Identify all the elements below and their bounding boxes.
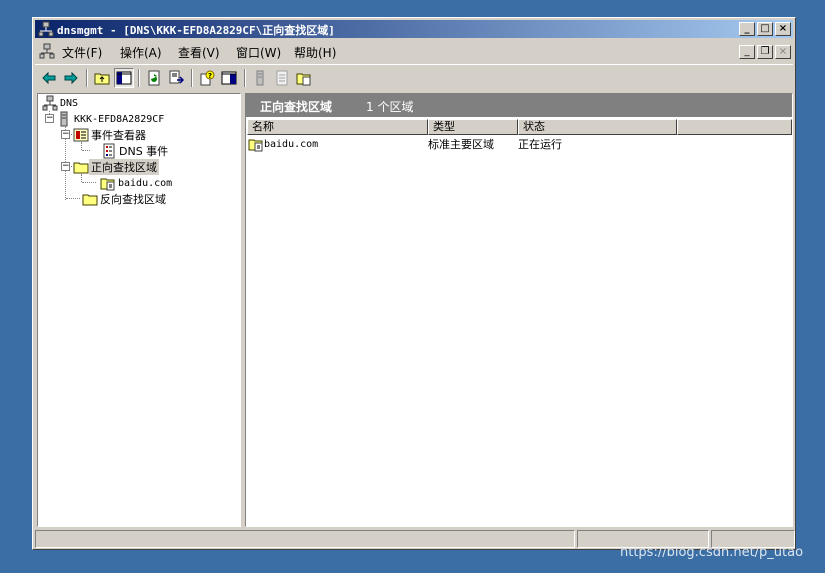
folder-icon [73,162,89,174]
new-record-button[interactable] [272,68,292,88]
column-header-filler [677,119,792,135]
event-log-icon [103,143,115,159]
mdi-restore-button[interactable]: ❐ [757,45,773,59]
column-header-status[interactable]: 状态 [518,119,677,135]
svg-text:?: ? [208,72,212,80]
tree-item-forward-zones[interactable]: 正向查找区域 [73,159,159,175]
details-count: 1 个区域 [366,100,414,114]
window-title: dnsmgmt - [DNS\KKK-EFD8A2829CF\正向查找区域] [57,24,335,37]
folder-icon [82,194,98,206]
details-pane: 正向查找区域 1 个区域 名称 类型 状态 baidu.com 标准主要区域 正… [245,93,793,527]
toolbar-separator [244,69,246,87]
watermark-text: https://blog.csdn.net/p_utao [620,545,804,560]
help-button[interactable]: ? [197,68,217,88]
dns-network-icon [38,21,54,37]
menu-bar: 文件(F) 操作(A) 查看(V) 窗口(W) 帮助(H) _ ❐ × [35,40,793,62]
list-item[interactable]: baidu.com 标准主要区域 正在运行 [248,136,562,152]
show-tree-button[interactable] [114,68,134,88]
maximize-button[interactable]: □ [757,22,773,36]
event-viewer-icon [73,128,89,142]
tree-item-zone[interactable]: baidu.com [100,175,174,191]
status-panel-main [35,530,575,548]
refresh-icon [148,70,160,86]
mdi-minimize-button[interactable]: _ [739,45,755,59]
event-viewer-expander[interactable]: − [61,130,70,139]
export-icon [169,70,184,84]
back-button[interactable] [39,68,59,88]
tree-item-label: baidu.com [118,177,173,189]
dns-network-icon [42,95,58,111]
console-icon [221,71,237,85]
forward-icon [64,71,78,85]
cell-name: baidu.com [264,138,319,150]
console-tree-button[interactable] [219,68,239,88]
toolbar-separator [191,69,193,87]
up-folder-icon [94,73,110,85]
menu-action[interactable]: 操作(A) [120,44,162,61]
tree-item-server[interactable]: KKK-EFD8A2829CF [56,111,166,127]
server-button[interactable] [250,68,270,88]
menu-window[interactable]: 窗口(W) [236,44,281,61]
menu-file[interactable]: 文件(F) [62,44,102,61]
minimize-button[interactable]: _ [739,22,755,36]
show-tree-icon [116,71,132,85]
forward-button[interactable] [61,68,81,88]
tree-item-label: KKK-EFD8A2829CF [74,113,165,125]
help-icon: ? [200,70,215,86]
console-root-icon [39,43,55,59]
tree-item-label: DNS [60,97,79,109]
zone-icon [248,139,263,152]
record-icon [276,70,288,86]
close-button[interactable]: × [775,22,791,36]
server-icon [60,111,68,127]
console-tree: − − − DNS KKK-EFD8A2829CF 事件查看器 DNS 事件 正… [37,93,241,527]
refresh-button[interactable] [144,68,164,88]
back-icon [42,71,56,85]
zone-icon [296,73,311,86]
zone-icon [100,178,115,191]
mdi-close-button[interactable]: × [775,45,791,59]
toolbar-separator [86,69,88,87]
cell-type: 标准主要区域 [428,138,494,151]
toolbar: ? [35,64,793,91]
tree-item-label: 正向查找区域 [89,159,159,175]
cell-status: 正在运行 [518,138,562,151]
server-icon [256,70,264,86]
details-title: 正向查找区域 [260,100,333,114]
column-header-type[interactable]: 类型 [428,119,518,135]
tree-item-label: DNS 事件 [119,145,169,158]
menu-help[interactable]: 帮助(H) [294,44,336,61]
tree-item-label: 反向查找区域 [100,193,166,206]
export-list-button[interactable] [166,68,186,88]
title-bar[interactable]: dnsmgmt - [DNS\KKK-EFD8A2829CF\正向查找区域] _… [35,20,793,38]
server-expander[interactable]: − [45,114,54,123]
tree-item-event-viewer[interactable]: 事件查看器 [73,127,148,143]
forward-zones-expander[interactable]: − [61,162,70,171]
tree-item-label: 事件查看器 [91,129,146,142]
up-level-button[interactable] [92,68,112,88]
toolbar-separator [138,69,140,87]
column-header-name[interactable]: 名称 [247,119,428,135]
menu-view[interactable]: 查看(V) [178,44,220,61]
new-zone-button[interactable] [294,68,314,88]
tree-item-dns[interactable]: DNS [42,95,80,111]
details-header: 正向查找区域 1 个区域 [246,94,792,117]
mmc-window: dnsmgmt - [DNS\KKK-EFD8A2829CF\正向查找区域] _… [32,17,796,550]
tree-item-dns-events[interactable]: DNS 事件 [101,143,170,159]
tree-item-reverse-zones[interactable]: 反向查找区域 [82,191,168,207]
